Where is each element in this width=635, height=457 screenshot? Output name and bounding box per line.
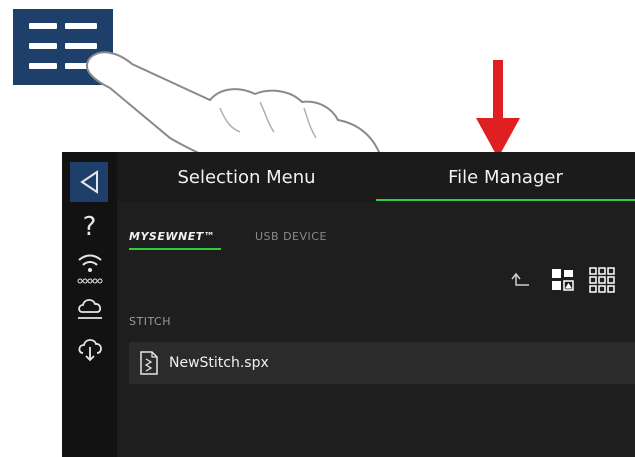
tab-selection-menu[interactable]: Selection Menu [117, 152, 376, 202]
up-folder-icon[interactable] [509, 272, 531, 290]
cloud-download-icon [77, 339, 102, 362]
list-view-icon[interactable] [551, 268, 575, 292]
file-row[interactable]: NewStitch.spx [129, 342, 635, 384]
sewing-machine-screen: ? Selection Menu File Manager MYSEWNET™ … [62, 152, 635, 457]
cloud-download-button[interactable] [62, 332, 117, 366]
help-icon: ? [82, 212, 97, 242]
cloud-button[interactable] [62, 292, 117, 328]
stitch-file-icon [140, 351, 158, 375]
file-name: NewStitch.spx [169, 355, 269, 371]
cloud-icon [77, 299, 102, 319]
grid-view-icon[interactable] [589, 267, 615, 293]
section-label-stitch: STITCH [129, 315, 171, 328]
sidebar: ? [62, 152, 117, 457]
wifi-button[interactable] [62, 248, 117, 288]
subtab-mysewnet[interactable]: MYSEWNET™ [129, 230, 215, 243]
back-arrow-icon [80, 170, 98, 194]
help-button[interactable]: ? [62, 210, 117, 244]
red-down-arrow-icon [476, 60, 520, 158]
file-manager-panel: MYSEWNET™ USB DEVICE STITCH NewStitch.sp… [117, 202, 635, 457]
subtab-usb-device[interactable]: USB DEVICE [255, 230, 327, 243]
active-tab-indicator [376, 199, 635, 201]
tab-file-manager[interactable]: File Manager [376, 152, 635, 202]
active-subtab-indicator [129, 248, 221, 250]
top-tabs: Selection Menu File Manager [117, 152, 635, 202]
pointing-hand-icon [85, 51, 383, 168]
back-button[interactable] [70, 162, 108, 202]
wifi-icon [77, 254, 102, 284]
